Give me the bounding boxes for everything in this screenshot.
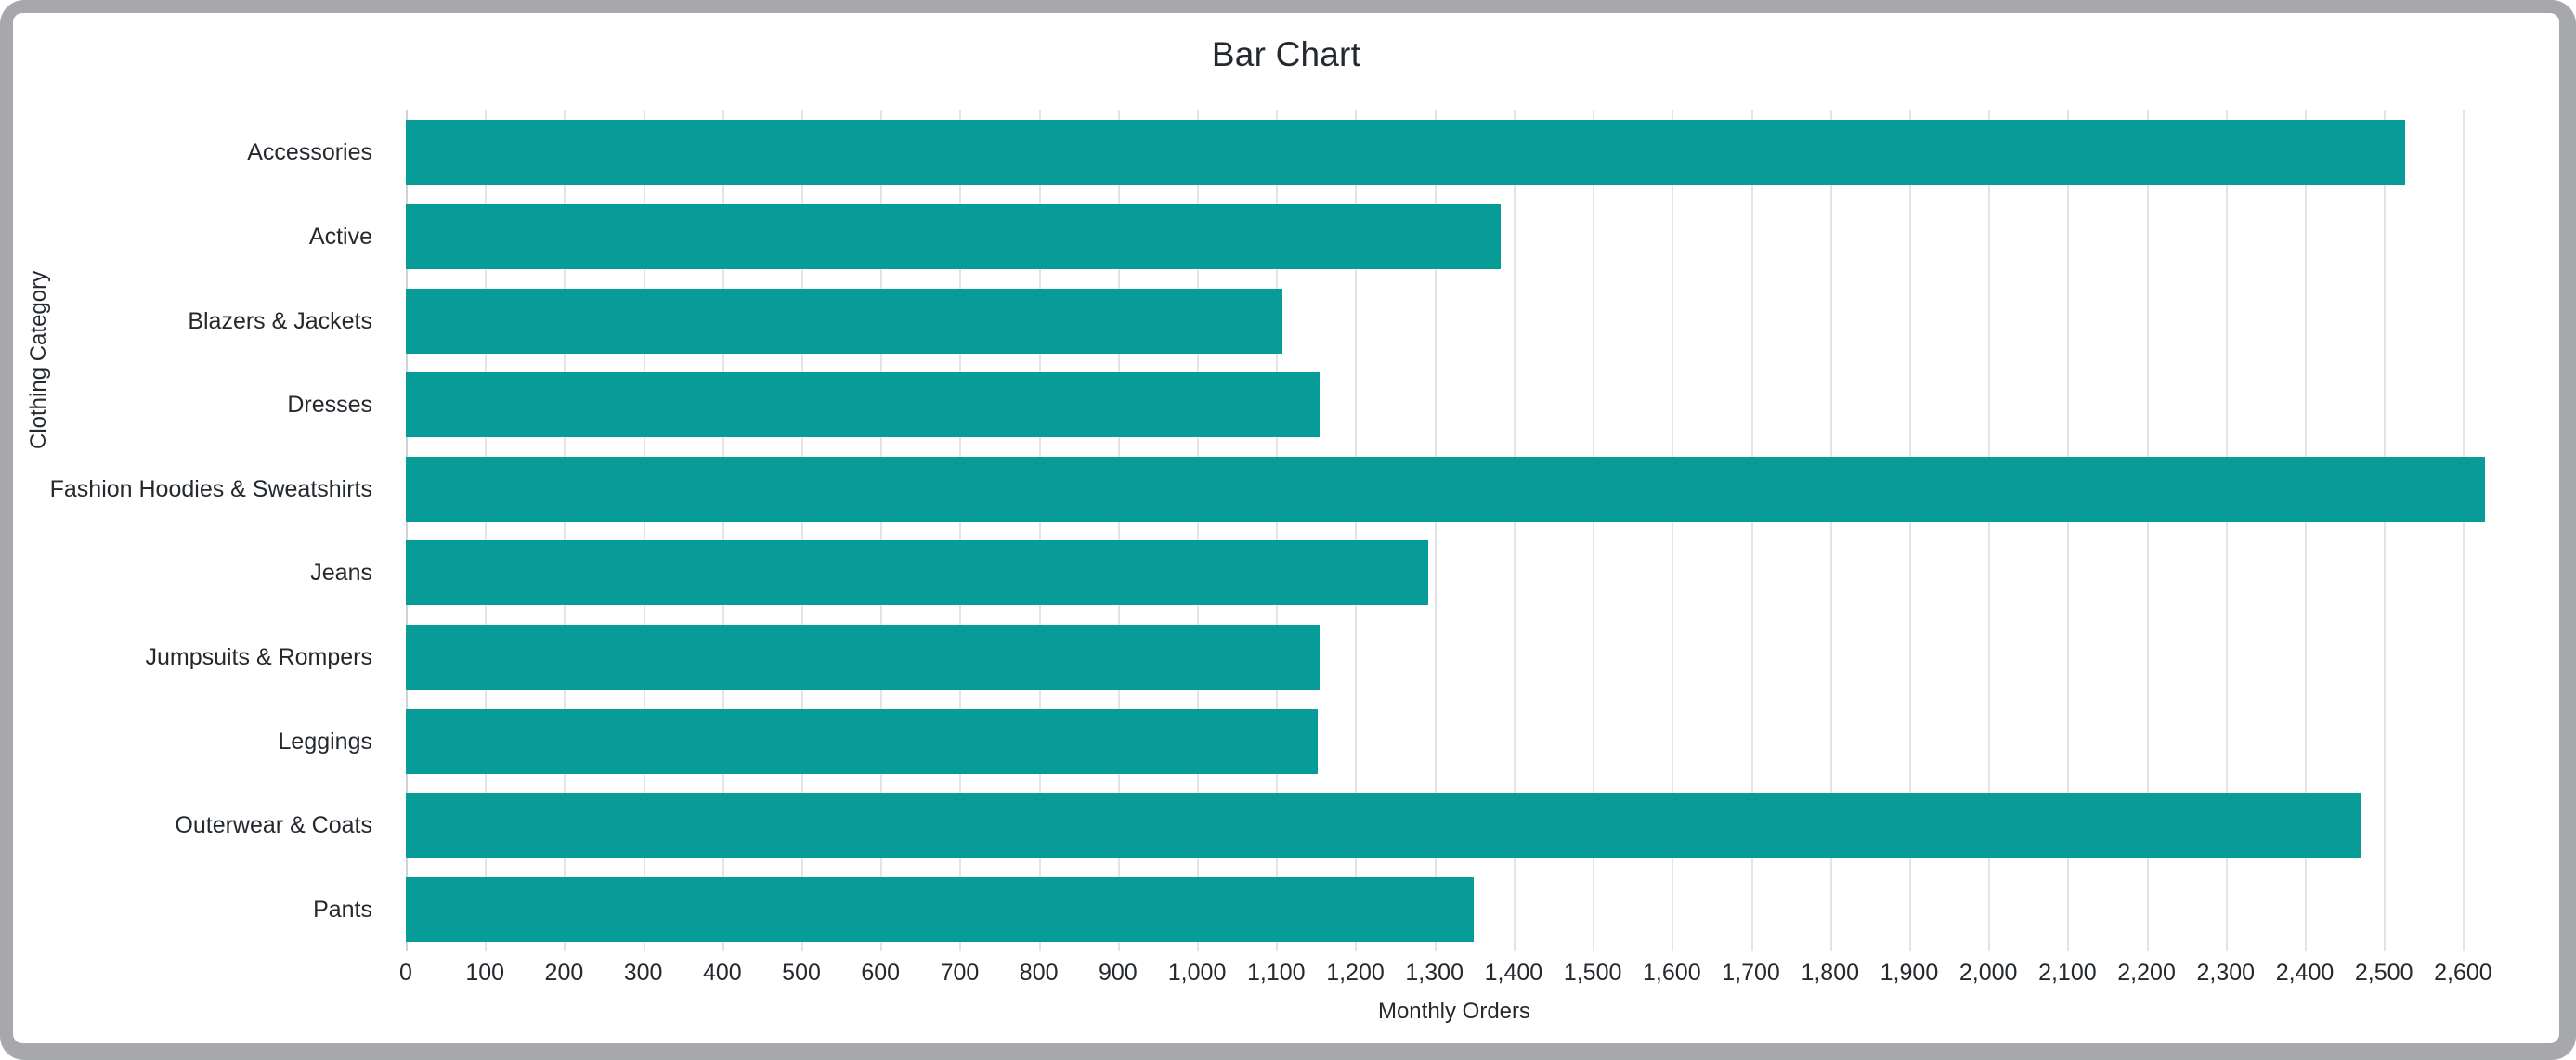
bar[interactable] [406, 540, 1428, 606]
x-axis-tick-label: 200 [544, 960, 584, 986]
bar[interactable] [406, 372, 1321, 438]
x-axis-tick-label: 2,200 [2117, 960, 2176, 986]
x-axis-tick-label: 2,300 [2196, 960, 2256, 986]
x-axis-tick-label: 0 [399, 960, 412, 986]
x-axis-tick-label: 1,000 [1167, 960, 1227, 986]
bar[interactable] [406, 708, 1319, 774]
x-axis-tick-label: 1,400 [1484, 960, 1543, 986]
y-axis-category-labels: Accessories Active Blazers & Jackets Dresse… [13, 110, 389, 951]
bar-fill [406, 120, 2406, 186]
y-axis-tick-label: Jumpsuits & Rompers [145, 643, 372, 670]
bar-fill [406, 793, 2361, 859]
x-axis-tick-label: 2,400 [2275, 960, 2335, 986]
x-axis-tick-label: 1,300 [1405, 960, 1464, 986]
x-axis-tick-label: 2,000 [1958, 960, 2018, 986]
x-axis-tick-label: 600 [861, 960, 901, 986]
bar-fill [406, 372, 1321, 438]
x-axis-tick-label: 2,100 [2038, 960, 2097, 986]
y-axis-tick-label: Blazers & Jackets [188, 307, 372, 334]
x-axis-tick-label: 2,600 [2434, 960, 2492, 986]
y-axis-tick-label: Leggings [278, 728, 372, 755]
bar[interactable] [406, 120, 2406, 186]
x-axis-tick-label: 500 [782, 960, 821, 986]
chart-card: Bar Chart Clothing Category Accessories A… [13, 13, 2559, 1043]
x-axis-tick-label: 1,200 [1326, 960, 1385, 986]
bar-fill [406, 624, 1321, 690]
x-axis-title: Monthly Orders [1377, 999, 1531, 1024]
bar-fill [406, 540, 1428, 606]
bar-fill [406, 456, 2486, 522]
x-axis-tick-label: 1,600 [1643, 960, 1701, 986]
x-axis-tick-label: 2,500 [2354, 960, 2413, 986]
window-frame: Bar Chart Clothing Category Accessories A… [0, 0, 2576, 1060]
bar[interactable] [406, 793, 2361, 859]
y-axis-tick-label: Active [308, 223, 372, 250]
y-axis-tick-label: Outerwear & Coats [175, 812, 372, 839]
y-axis-tick-label: Pants [313, 896, 372, 923]
x-axis-tick-labels: 0 100 200 300 400 500 600 700 800 900 1,000 1,100 1,… [399, 960, 2503, 997]
y-axis-tick-label: Jeans [310, 560, 372, 587]
y-axis-tick-label: Dresses [287, 392, 372, 419]
bar[interactable] [406, 876, 1475, 942]
x-axis-tick-label: 800 [1019, 960, 1059, 986]
x-axis-tick-label: 900 [1099, 960, 1138, 986]
bar[interactable] [406, 624, 1321, 690]
x-axis-tick-label: 300 [623, 960, 663, 986]
bar[interactable] [406, 203, 1502, 269]
x-axis-tick-label: 400 [702, 960, 742, 986]
x-axis-tick-label: 1,900 [1880, 960, 1939, 986]
x-axis-tick-label: 1,100 [1247, 960, 1306, 986]
bar-series [406, 110, 2503, 951]
x-axis-tick-label: 700 [940, 960, 980, 986]
x-axis-tick-label: 1,500 [1563, 960, 1622, 986]
x-axis-tick-label: 1,700 [1722, 960, 1780, 986]
y-axis-tick-label: Fashion Hoodies & Sweatshirts [49, 475, 372, 502]
bar-fill [406, 708, 1319, 774]
bar-fill [406, 876, 1475, 942]
y-axis-tick-label: Accessories [247, 139, 372, 166]
x-axis-tick-label: 100 [465, 960, 505, 986]
x-axis-tick-label: 1,800 [1801, 960, 1860, 986]
chart-title: Bar Chart [1211, 35, 1361, 73]
plot-area [406, 110, 2503, 951]
bar[interactable] [406, 456, 2486, 522]
bar-fill [406, 203, 1502, 269]
bar-fill [406, 288, 1283, 354]
bar[interactable] [406, 288, 1283, 354]
